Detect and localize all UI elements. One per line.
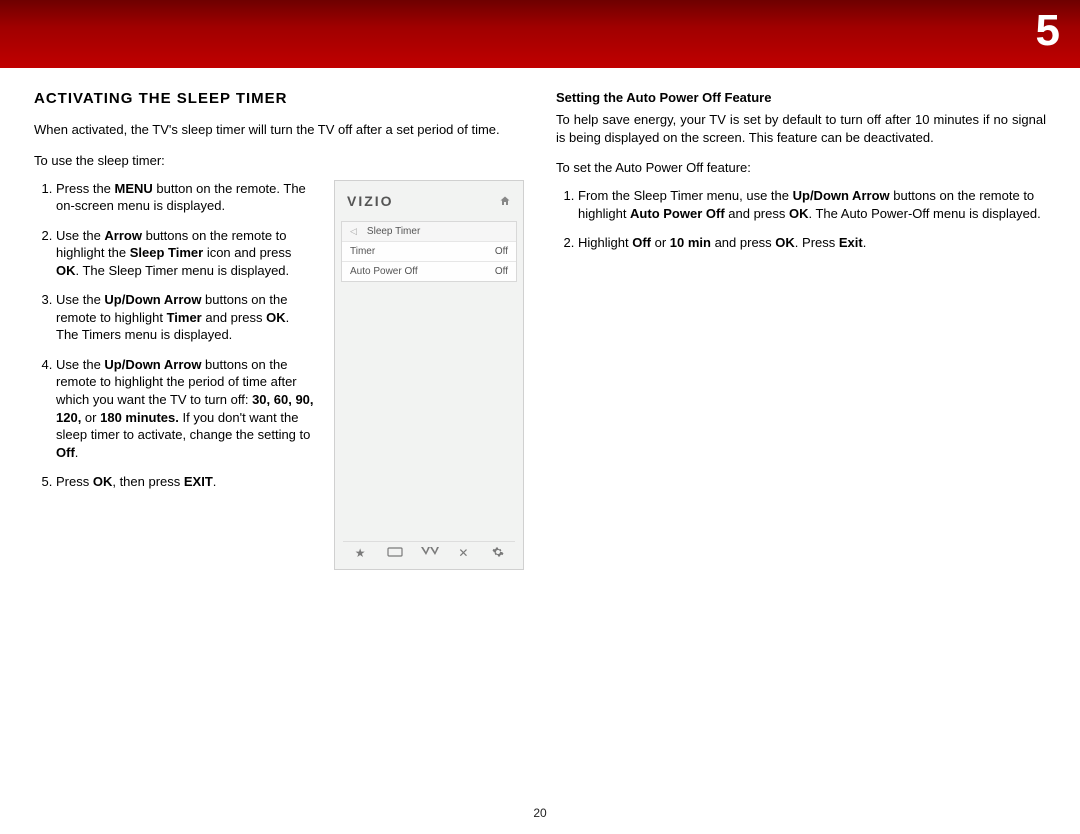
left-column: ACTIVATING THE SLEEP TIMER When activate… (34, 90, 524, 570)
wide-icon (387, 546, 403, 560)
right-column: Setting the Auto Power Off Feature To he… (556, 90, 1046, 570)
row-label: Timer (350, 246, 375, 257)
lead-line: To use the sleep timer: (34, 153, 524, 168)
tv-menu-header-row: ◁ Sleep Timer (342, 222, 516, 242)
tv-menu-row-autopower: Auto Power Off Off (342, 262, 516, 281)
header-band: 5 (0, 0, 1080, 68)
step-5: Press OK, then press EXIT. (56, 473, 318, 491)
right-step-1: From the Sleep Timer menu, use the Up/Do… (578, 187, 1046, 222)
tv-menu-row-timer: Timer Off (342, 242, 516, 262)
section-title: ACTIVATING THE SLEEP TIMER (34, 90, 524, 107)
tv-bottom-bar: ★ ✕ (343, 541, 515, 561)
manual-page: 5 ACTIVATING THE SLEEP TIMER When activa… (0, 0, 1080, 834)
tv-brand-label: VIZIO (347, 193, 394, 209)
back-triangle-icon: ◁ (350, 226, 357, 237)
step-1: Press the MENU button on the remote. The… (56, 180, 318, 215)
right-subtitle: Setting the Auto Power Off Feature (556, 90, 1046, 105)
close-icon: ✕ (455, 546, 471, 560)
star-icon: ★ (352, 546, 368, 560)
step-3: Use the Up/Down Arrow buttons on the rem… (56, 291, 318, 344)
home-icon (499, 195, 511, 210)
row-value: Off (495, 266, 508, 277)
right-step-2: Highlight Off or 10 min and press OK. Pr… (578, 234, 1046, 252)
row-value: Off (495, 246, 508, 257)
step-4: Use the Up/Down Arrow buttons on the rem… (56, 356, 318, 461)
tv-menu-header-label: Sleep Timer (367, 226, 420, 237)
steps-container: Press the MENU button on the remote. The… (34, 180, 318, 570)
content-area: ACTIVATING THE SLEEP TIMER When activate… (0, 68, 1080, 834)
gear-icon (490, 546, 506, 561)
v-icon (421, 546, 437, 560)
row-label: Auto Power Off (350, 266, 418, 277)
tv-menu-illustration: VIZIO ◁ Sleep Timer Timer Off (334, 180, 524, 570)
right-lead: To set the Auto Power Off feature: (556, 160, 1046, 175)
chapter-number: 5 (1036, 6, 1062, 56)
step-2: Use the Arrow buttons on the remote to h… (56, 227, 318, 280)
intro-paragraph: When activated, the TV's sleep timer wil… (34, 121, 524, 139)
tv-menu-table: ◁ Sleep Timer Timer Off Auto Power Off O… (341, 221, 517, 282)
right-intro: To help save energy, your TV is set by d… (556, 111, 1046, 146)
page-number: 20 (0, 806, 1080, 820)
